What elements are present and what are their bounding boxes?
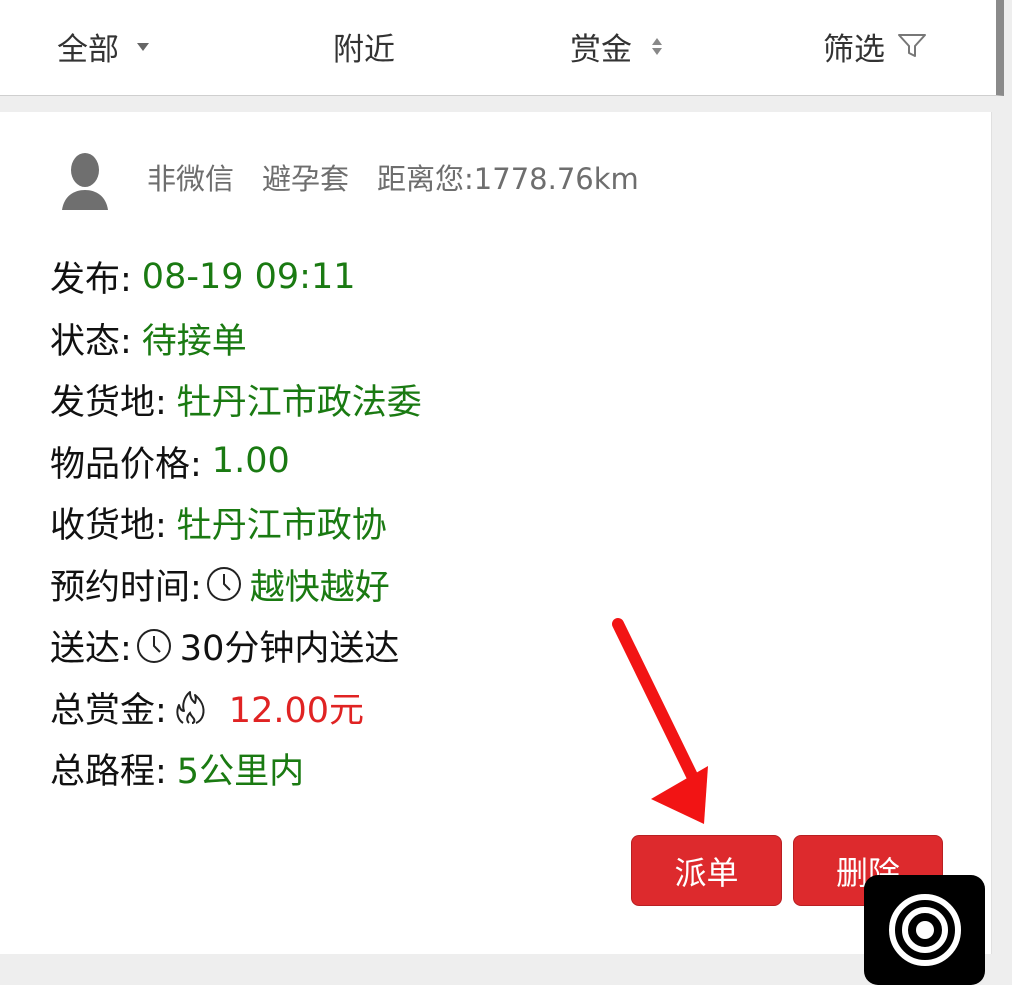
sort-icon xyxy=(652,37,662,55)
publish-value: 08-19 09:11 xyxy=(141,256,356,297)
origin-row: 发货地: 牡丹江市政法委 xyxy=(50,369,422,431)
tab-nearby[interactable]: 附近 xyxy=(333,24,395,68)
appointment-value: 越快越好 xyxy=(249,567,390,608)
price-label: 物品价格: xyxy=(50,444,202,485)
default-avatar-icon xyxy=(60,150,110,212)
clock-icon xyxy=(136,628,172,664)
status-value: 待接单 xyxy=(141,321,247,362)
dispatch-button[interactable]: 派单 xyxy=(631,835,782,906)
reward-value: 12.00元 xyxy=(228,690,364,731)
origin-label: 发货地: xyxy=(50,383,167,424)
item-name: 避孕套 xyxy=(262,162,350,196)
funnel-icon xyxy=(897,33,927,59)
order-details: 发布: 08-19 09:11 状态: 待接单 发货地: 牡丹江市政法委 物品价… xyxy=(50,246,422,800)
clock-icon xyxy=(206,566,242,602)
record-target-icon[interactable] xyxy=(864,875,985,985)
delivery-label: 送达: xyxy=(50,629,132,670)
price-value: 1.00 xyxy=(211,441,290,482)
route-row: 总路程: 5公里内 xyxy=(50,738,422,800)
appointment-label: 预约时间: xyxy=(50,567,202,608)
fire-icon xyxy=(171,687,211,727)
route-value: 5公里内 xyxy=(176,752,305,793)
tab-all[interactable]: 全部 xyxy=(57,24,149,68)
status-row: 状态: 待接单 xyxy=(50,308,422,370)
destination-row: 收货地: 牡丹江市政协 xyxy=(50,492,422,554)
appointment-row: 预约时间: 越快越好 xyxy=(50,554,422,616)
tab-nearby-label: 附近 xyxy=(333,31,395,68)
tab-reward-label: 赏金 xyxy=(570,31,632,68)
price-row: 物品价格: 1.00 xyxy=(50,431,422,493)
filter-bar: 全部 附近 赏金 筛选 xyxy=(0,0,1004,96)
reward-row: 总赏金: 12.00元 xyxy=(50,677,422,739)
red-arrow-annotation xyxy=(612,618,708,824)
tab-filter-label: 筛选 xyxy=(823,31,885,68)
distance: 距离您:1778.76km xyxy=(377,162,639,196)
publish-label: 发布: xyxy=(50,260,132,301)
reward-label: 总赏金: xyxy=(50,690,167,731)
chevron-down-icon xyxy=(137,43,149,51)
tab-reward-sort[interactable]: 赏金 xyxy=(570,24,662,68)
delivery-row: 送达: 30分钟内送达 xyxy=(50,615,422,677)
destination-label: 收货地: xyxy=(50,506,167,547)
publish-row: 发布: 08-19 09:11 xyxy=(50,246,422,308)
status-label: 状态: xyxy=(50,321,132,362)
tab-filter[interactable]: 筛选 xyxy=(823,24,927,68)
destination-value: 牡丹江市政协 xyxy=(176,506,387,547)
order-meta: 非微信 避孕套 距离您:1778.76km xyxy=(147,156,639,198)
origin-value: 牡丹江市政法委 xyxy=(176,383,422,424)
tab-all-label: 全部 xyxy=(57,31,119,68)
user-type: 非微信 xyxy=(147,162,235,196)
delivery-value: 30分钟内送达 xyxy=(179,629,400,670)
route-label: 总路程: xyxy=(50,752,167,793)
